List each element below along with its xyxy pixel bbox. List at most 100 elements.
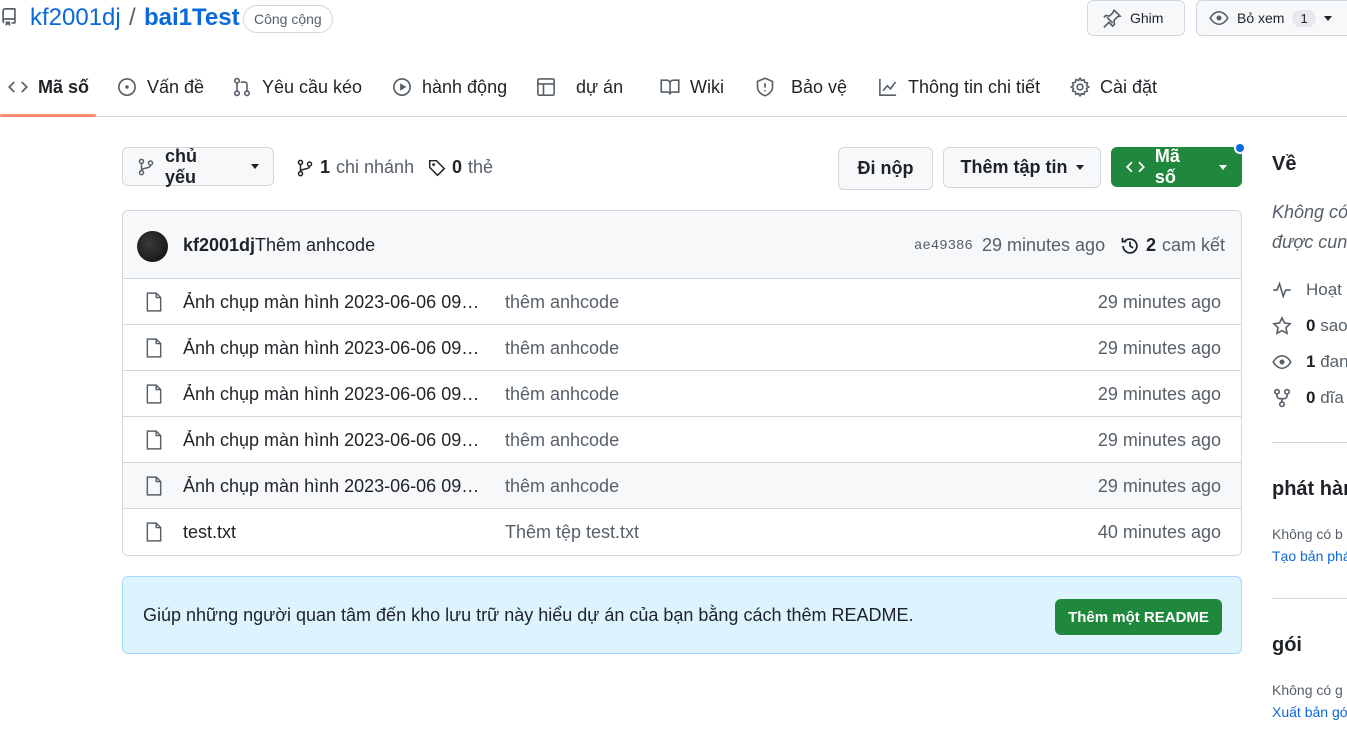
repo-name-link[interactable]: bai1Test [144,4,240,32]
pin-icon [1103,9,1122,28]
commit-message-link[interactable]: Thêm anhcode [255,235,375,256]
file-name-link[interactable]: Ảnh chụp màn hình 2023-06-06 0901... [183,292,488,313]
chevron-down-icon [251,164,259,169]
file-name-link[interactable]: Ảnh chụp màn hình 2023-06-06 0910... [183,430,488,451]
file-commit-message[interactable]: Thêm tệp test.txt [505,522,639,543]
repo-tabs: Mã số Vấn đề Yêu cầu kéo hành động dự án… [0,58,1347,117]
tab-settings[interactable]: Cài đặt [1070,58,1157,116]
table-icon [537,78,555,96]
table-row[interactable]: Ảnh chụp màn hình 2023-06-06 0910... thê… [123,417,1241,463]
add-file-button[interactable]: Thêm tập tin [943,147,1101,188]
pin-button[interactable]: Ghim [1087,0,1185,36]
add-readme-button[interactable]: Thêm một README [1055,599,1222,635]
tab-insights[interactable]: Thông tin chi tiết [878,58,1040,116]
watching-label: đang [1320,352,1347,371]
tab-pull-requests-label: Yêu cầu kéo [262,76,363,97]
branch-name: chủ yếu [165,145,198,187]
table-row[interactable]: Ảnh chụp màn hình 2023-06-06 0901... thê… [123,325,1241,371]
file-commit-message[interactable]: thêm anhcode [505,292,619,313]
file-time: 29 minutes ago [1097,476,1221,496]
branches-link[interactable]: 1 chi nhánh [296,157,414,178]
eye-icon [1272,354,1292,370]
branch-icon [138,158,154,175]
repo-owner-link[interactable]: kf2001dj [30,4,121,32]
branch-label: chi nhánh [336,157,415,177]
about-description: Không có [1272,202,1347,222]
commits-history-link[interactable]: 2 cam kết [1120,235,1225,256]
unwatch-button[interactable]: Bỏ xem 1 [1196,0,1347,36]
chevron-down-icon [1323,15,1332,21]
tags-link[interactable]: 0 thẻ [428,157,493,178]
add-file-label: Thêm tập tin [960,157,1068,177]
file-commit-message[interactable]: thêm anhcode [505,384,619,405]
repo-header: kf2001dj / bai1Test Công cộng Ghim Bỏ xe… [0,0,1347,40]
tab-issues[interactable]: Vấn đề [117,58,204,116]
file-commit-message[interactable]: thêm anhcode [505,430,619,451]
tab-projects-label: dự án [576,76,624,97]
file-icon [146,384,162,404]
graph-icon [879,78,897,96]
commit-time: 29 minutes ago [982,235,1106,255]
file-name-link[interactable]: Ảnh chụp màn hình 2023-06-06 0904... [183,384,488,405]
readme-banner: Giúp những người quan tâm đến kho lưu tr… [122,576,1242,654]
tab-security[interactable]: Bảo vệ [755,58,847,116]
packages-title[interactable]: gói [1272,634,1302,657]
book-icon [660,79,680,95]
commit-sha-link[interactable]: ae49386 [914,238,973,254]
repo-icon [2,8,16,26]
file-name-link[interactable]: Ảnh chụp màn hình 2023-06-06 0918... [183,476,488,497]
tab-projects[interactable]: dự án [536,58,623,116]
file-icon [146,430,162,450]
activity-link[interactable]: Hoạt [1272,280,1342,300]
watch-label: Bỏ xem [1237,10,1285,26]
branch-select-button[interactable]: chủ yếu [122,145,274,187]
file-commit-message[interactable]: thêm anhcode [505,476,619,497]
divider [1272,442,1347,443]
file-icon [146,338,162,358]
avatar[interactable] [137,231,168,262]
pulse-icon [1273,281,1291,299]
tab-issues-label: Vấn đề [147,76,205,97]
activity-label: Hoạt [1306,280,1342,299]
play-icon [393,78,411,96]
stars-link[interactable]: 0 sao [1272,316,1347,336]
pin-label: Ghim [1130,10,1164,26]
file-commit-message[interactable]: thêm anhcode [505,338,619,359]
file-time: 29 minutes ago [1097,384,1221,404]
commit-author-link[interactable]: kf2001dj [183,235,255,256]
go-to-file-button[interactable]: Đi nộp [838,147,933,190]
divider [1272,598,1347,599]
tab-wiki[interactable]: Wiki [660,58,724,116]
tab-actions[interactable]: hành động [392,58,507,116]
code-button[interactable]: Mã số [1111,146,1242,187]
stars-count: 0 [1306,316,1316,335]
table-row[interactable]: test.txt Thêm tệp test.txt 40 minutes ag… [123,509,1241,555]
tab-code[interactable]: Mã số [8,58,89,116]
issue-icon [118,78,136,96]
releases-empty-text: Không có b [1272,526,1343,542]
tab-actions-label: hành động [422,76,508,97]
releases-title[interactable]: phát hành [1272,478,1347,501]
file-icon [146,522,162,542]
code-icon [1126,161,1145,173]
tab-wiki-label: Wiki [690,76,724,97]
create-release-link[interactable]: Tạo bản phát [1272,548,1347,564]
file-name-link[interactable]: Ảnh chụp màn hình 2023-06-06 0901... [183,338,488,359]
watchers-link[interactable]: 1 đang [1272,352,1347,372]
chevron-down-icon [1075,165,1084,170]
table-row[interactable]: Ảnh chụp màn hình 2023-06-06 0904... thê… [123,371,1241,417]
table-row[interactable]: Ảnh chụp màn hình 2023-06-06 0901... thê… [123,279,1241,325]
about-sidebar: Về Không có được cung Hoạt 0 sao 1 đang … [1272,150,1347,750]
latest-commit-row: kf2001dj Thêm anhcode ae49386 29 minutes… [123,211,1241,279]
publish-package-link[interactable]: Xuất bản gói [1272,704,1347,720]
code-icon [8,81,28,93]
tab-security-label: Bảo vệ [791,76,848,97]
table-row[interactable]: Ảnh chụp màn hình 2023-06-06 0918... thê… [123,463,1241,509]
tab-pull-requests[interactable]: Yêu cầu kéo [232,58,362,116]
eye-icon [1209,10,1229,26]
readme-prompt: Giúp những người quan tâm đến kho lưu tr… [143,605,914,625]
forks-count: 0 [1306,388,1316,407]
forks-link[interactable]: 0 dĩa [1272,388,1344,408]
code-button-label: Mã số [1154,146,1180,187]
file-name-link[interactable]: test.txt [183,522,488,543]
